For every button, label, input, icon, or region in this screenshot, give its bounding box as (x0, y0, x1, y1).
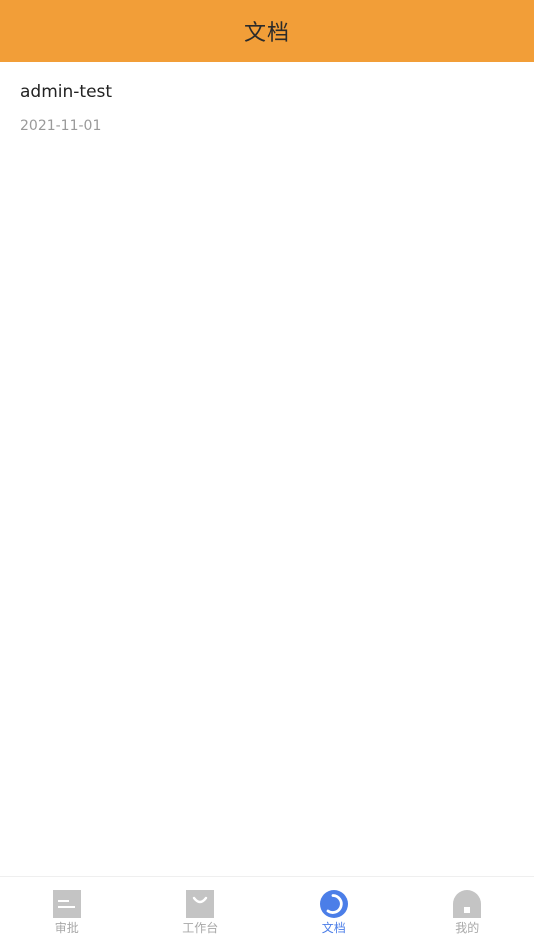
tab-profile-label: 我的 (455, 921, 480, 935)
app-root: 文档 admin-test 2021-11-01 审批 工作台 文档 我的 (0, 0, 534, 950)
tab-documents[interactable]: 文档 (267, 877, 401, 950)
profile-icon (453, 890, 482, 918)
tab-workbench-label: 工作台 (182, 921, 219, 935)
document-icon (319, 890, 348, 918)
tab-approval[interactable]: 审批 (0, 877, 134, 950)
document-title: admin-test (20, 82, 113, 102)
list-item[interactable]: admin-test 2021-11-01 (0, 62, 534, 148)
page-title: 文档 (243, 21, 290, 46)
document-list: admin-test 2021-11-01 (0, 62, 534, 148)
bottom-tab-bar: 审批 工作台 文档 我的 (0, 876, 534, 950)
workbench-icon (186, 890, 215, 918)
document-date: 2021-11-01 (20, 118, 102, 134)
tab-profile[interactable]: 我的 (401, 877, 534, 950)
tab-workbench[interactable]: 工作台 (134, 877, 268, 950)
approval-icon (52, 890, 81, 918)
top-nav-bar: 文档 (0, 0, 534, 62)
tab-documents-label: 文档 (321, 921, 346, 935)
tab-approval-label: 审批 (54, 921, 79, 935)
